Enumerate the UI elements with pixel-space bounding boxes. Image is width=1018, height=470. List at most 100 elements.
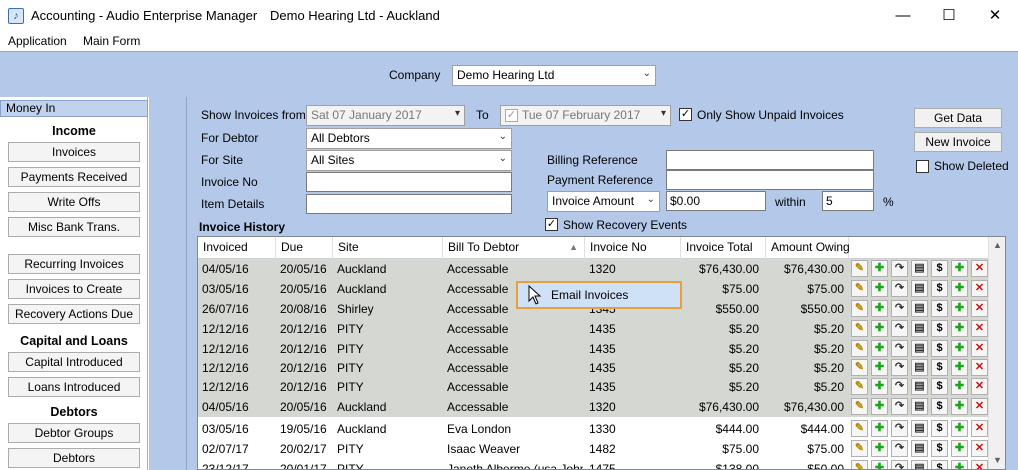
print-icon[interactable]: ▤ — [911, 398, 928, 415]
table-row[interactable]: 12/12/16 20/12/16 PITY Accessable 1435 $5.20 $… — [198, 339, 988, 359]
edit-icon[interactable]: ✎ — [851, 280, 868, 297]
col-amount-owing[interactable]: Amount Owing — [766, 237, 850, 259]
edit-icon[interactable]: ✎ — [851, 320, 868, 337]
add-icon[interactable]: ✚ — [871, 260, 888, 277]
add-icon[interactable]: ✚ — [871, 460, 888, 469]
add-icon[interactable]: ✚ — [871, 359, 888, 376]
add-icon[interactable]: ✚ — [871, 320, 888, 337]
payment-icon[interactable]: $ — [931, 320, 948, 337]
delete-icon[interactable]: ✕ — [971, 420, 988, 437]
amount-type-select[interactable]: Invoice Amount ⌄ — [547, 191, 660, 212]
print-icon[interactable]: ▤ — [911, 280, 928, 297]
payment-icon[interactable]: $ — [931, 440, 948, 457]
within-input[interactable]: 5 — [822, 191, 874, 211]
payment-reference-input[interactable] — [666, 170, 874, 190]
table-row[interactable]: 12/12/16 20/12/16 PITY Accessable 1435 $5.20 $… — [198, 319, 988, 339]
edit-icon[interactable]: ✎ — [851, 300, 868, 317]
edit-icon[interactable]: ✎ — [851, 359, 868, 376]
print-icon[interactable]: ▤ — [911, 378, 928, 395]
col-due[interactable]: Due — [276, 237, 333, 259]
menu-main-form[interactable]: Main Form — [83, 34, 140, 48]
table-row[interactable]: 12/12/16 20/12/16 PITY Accessable 1435 $5.20 $… — [198, 358, 988, 378]
add-payment-icon[interactable]: ✚ — [951, 340, 968, 357]
get-data-button[interactable]: Get Data — [914, 108, 1002, 128]
redo-icon[interactable]: ↷ — [891, 398, 908, 415]
loans-introduced-button[interactable]: Loans Introduced — [8, 377, 140, 397]
invoice-grid[interactable]: Invoiced Due Site Bill To Debtor ▲ Invoi… — [197, 236, 1006, 470]
add-payment-icon[interactable]: ✚ — [951, 378, 968, 395]
payment-icon[interactable]: $ — [931, 300, 948, 317]
edit-icon[interactable]: ✎ — [851, 460, 868, 469]
recurring-invoices-button[interactable]: Recurring Invoices — [8, 254, 140, 274]
add-payment-icon[interactable]: ✚ — [951, 359, 968, 376]
table-row[interactable]: 23/12/17 20/01/17 PITY Janeth Alberme (usa … — [198, 459, 988, 469]
print-icon[interactable]: ▤ — [911, 420, 928, 437]
splitter[interactable] — [149, 97, 186, 470]
delete-icon[interactable]: ✕ — [971, 340, 988, 357]
payment-icon[interactable]: $ — [931, 280, 948, 297]
add-icon[interactable]: ✚ — [871, 378, 888, 395]
add-icon[interactable]: ✚ — [871, 398, 888, 415]
add-payment-icon[interactable]: ✚ — [951, 440, 968, 457]
invoices-to-create-button[interactable]: Invoices to Create — [8, 279, 140, 299]
payments-received-button[interactable]: Payments Received — [8, 167, 140, 187]
payment-icon[interactable]: $ — [931, 340, 948, 357]
col-bill-to-debtor[interactable]: Bill To Debtor ▲ — [443, 237, 585, 259]
delete-icon[interactable]: ✕ — [971, 260, 988, 277]
write-offs-button[interactable]: Write Offs — [8, 192, 140, 212]
print-icon[interactable]: ▤ — [911, 460, 928, 469]
delete-icon[interactable]: ✕ — [971, 320, 988, 337]
debtor-select[interactable]: All Debtors ⌄ — [306, 128, 512, 149]
add-payment-icon[interactable]: ✚ — [951, 398, 968, 415]
add-payment-icon[interactable]: ✚ — [951, 260, 968, 277]
show-deleted-checkbox[interactable] — [916, 160, 929, 173]
redo-icon[interactable]: ↷ — [891, 260, 908, 277]
only-unpaid-checkbox[interactable]: ✓ — [679, 108, 692, 121]
recovery-actions-due-button[interactable]: Recovery Actions Due — [8, 304, 140, 324]
col-site[interactable]: Site — [333, 237, 443, 259]
add-payment-icon[interactable]: ✚ — [951, 280, 968, 297]
print-icon[interactable]: ▤ — [911, 300, 928, 317]
minimize-button[interactable]: — — [880, 0, 926, 31]
table-row[interactable]: 12/12/16 20/12/16 PITY Accessable 1435 $5.20 $… — [198, 377, 988, 397]
delete-icon[interactable]: ✕ — [971, 280, 988, 297]
delete-icon[interactable]: ✕ — [971, 300, 988, 317]
edit-icon[interactable]: ✎ — [851, 260, 868, 277]
debtors-button[interactable]: Debtors — [8, 448, 140, 468]
capital-introduced-button[interactable]: Capital Introduced — [8, 352, 140, 372]
add-icon[interactable]: ✚ — [871, 280, 888, 297]
billing-reference-input[interactable] — [666, 150, 874, 170]
payment-icon[interactable]: $ — [931, 420, 948, 437]
redo-icon[interactable]: ↷ — [891, 280, 908, 297]
delete-icon[interactable]: ✕ — [971, 359, 988, 376]
to-date-picker[interactable]: ✓ Tue 07 February 2017 ▾ — [500, 105, 671, 126]
grid-scrollbar[interactable]: ▲ ▼ — [988, 237, 1005, 469]
company-select[interactable]: Demo Hearing Ltd ⌄ — [452, 65, 656, 86]
add-payment-icon[interactable]: ✚ — [951, 320, 968, 337]
table-row[interactable]: 04/05/16 20/05/16 Auckland Accessable 1320 $7… — [198, 259, 988, 279]
col-invoiced[interactable]: Invoiced — [198, 237, 276, 259]
redo-icon[interactable]: ↷ — [891, 440, 908, 457]
table-row[interactable]: 02/07/17 20/02/17 PITY Isaac Weaver 1482 $75.… — [198, 439, 988, 459]
payment-icon[interactable]: $ — [931, 359, 948, 376]
new-invoice-button[interactable]: New Invoice — [914, 132, 1002, 152]
amount-input[interactable]: $0.00 — [666, 191, 766, 211]
payment-icon[interactable]: $ — [931, 378, 948, 395]
add-payment-icon[interactable]: ✚ — [951, 460, 968, 469]
menu-application[interactable]: Application — [8, 34, 67, 48]
redo-icon[interactable]: ↷ — [891, 340, 908, 357]
col-invoice-total[interactable]: Invoice Total — [681, 237, 766, 259]
print-icon[interactable]: ▤ — [911, 320, 928, 337]
debtor-groups-button[interactable]: Debtor Groups — [8, 423, 140, 443]
scroll-down-icon[interactable]: ▼ — [989, 452, 1005, 469]
redo-icon[interactable]: ↷ — [891, 300, 908, 317]
delete-icon[interactable]: ✕ — [971, 378, 988, 395]
payment-icon[interactable]: $ — [931, 460, 948, 469]
edit-icon[interactable]: ✎ — [851, 378, 868, 395]
table-row[interactable]: 04/05/16 20/05/16 Auckland Accessable 1320 $7… — [198, 397, 988, 417]
delete-icon[interactable]: ✕ — [971, 440, 988, 457]
to-date-checkbox[interactable]: ✓ — [505, 109, 518, 122]
add-icon[interactable]: ✚ — [871, 420, 888, 437]
col-invoice-no[interactable]: Invoice No — [585, 237, 681, 259]
payment-icon[interactable]: $ — [931, 398, 948, 415]
